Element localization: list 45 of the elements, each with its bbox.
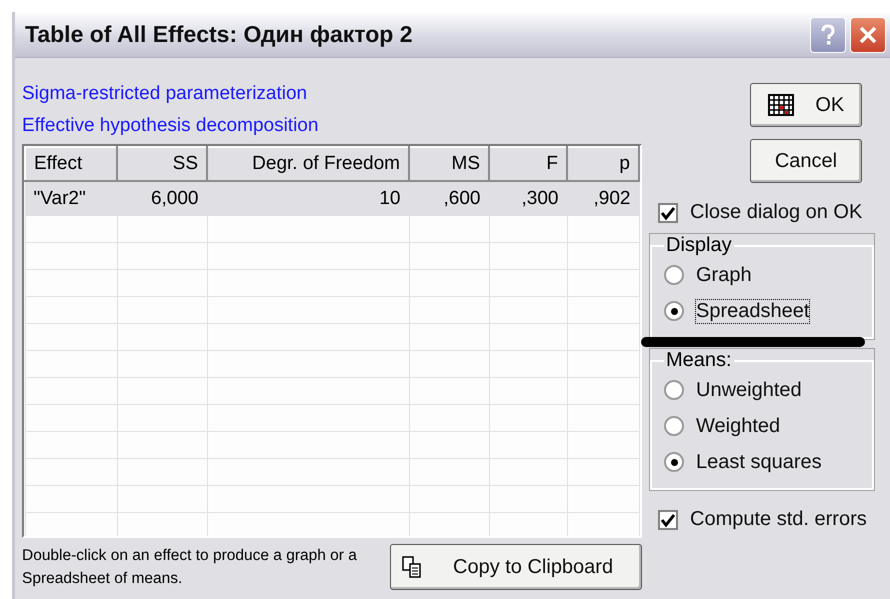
close-icon [858, 24, 878, 44]
table-cell: 10 [207, 181, 409, 216]
column-header[interactable]: SS [117, 147, 207, 181]
grid-icon [768, 94, 794, 116]
radio-label: Least squares [696, 450, 822, 474]
radio-button[interactable] [664, 452, 684, 472]
table-cell: ,600 [409, 181, 489, 216]
info-text: Sigma-restricted parameterization [22, 82, 308, 106]
close-button[interactable] [850, 16, 886, 52]
info-text: Effective hypothesis decomposition [22, 114, 320, 138]
checkbox[interactable] [658, 510, 678, 530]
group-title: Display [665, 234, 733, 257]
ok-button[interactable]: OK [750, 83, 862, 127]
column-header[interactable]: Degr. of Freedom [207, 147, 409, 181]
column-header[interactable]: MS [409, 147, 489, 181]
radio-button[interactable] [664, 416, 684, 436]
table-cell: 6,000 [117, 181, 207, 216]
help-button[interactable] [810, 16, 846, 52]
radio-button[interactable] [664, 265, 684, 285]
checkbox-label: Close dialog on OK [690, 201, 862, 224]
column-header[interactable]: p [567, 147, 639, 181]
copy-button[interactable]: Copy to Clipboard [390, 544, 642, 590]
table-cell: ,300 [489, 181, 567, 216]
radio-button[interactable] [664, 301, 684, 321]
checkbox[interactable] [658, 202, 678, 222]
table-cell: ,902 [567, 181, 639, 216]
column-header[interactable]: Effect [25, 147, 117, 181]
cancel-button[interactable]: Cancel [750, 139, 862, 183]
check-icon [660, 512, 676, 528]
close-on-ok-checkbox[interactable]: Close dialog on OK [658, 201, 880, 224]
group-title: Means: [665, 349, 733, 372]
column-header[interactable]: F [489, 147, 567, 181]
check-icon [660, 204, 676, 220]
compute-errors-checkbox[interactable]: Compute std. errors [658, 508, 880, 531]
window-title: Table of All Effects: Один фактор 2 [25, 21, 413, 48]
checkbox-label: Compute std. errors [690, 508, 867, 531]
help-icon [820, 24, 836, 46]
radio-button[interactable] [664, 380, 684, 400]
copy-icon [401, 555, 423, 579]
table-cell: "Var2" [25, 181, 117, 216]
radio-label: Unweighted [696, 378, 802, 402]
hint-text: Double-click on an effect to produce a graph or a Spreadsheet of means. [22, 546, 358, 589]
radio-label: Graph [696, 264, 752, 286]
radio-label: Spreadsheet [696, 300, 810, 322]
radio-label: Weighted [696, 414, 780, 438]
